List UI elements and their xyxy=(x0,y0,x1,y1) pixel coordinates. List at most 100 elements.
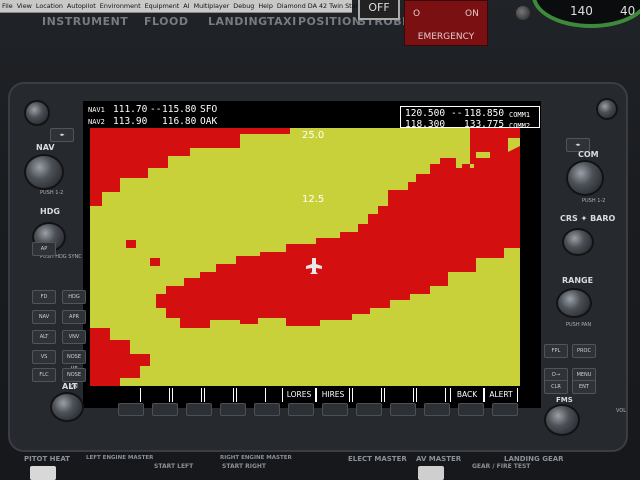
menu-help[interactable]: Help xyxy=(258,2,273,10)
vs-button[interactable]: VS xyxy=(32,350,56,364)
taxi-light-label: TAXI xyxy=(267,15,297,28)
emergency-on-label: ON xyxy=(465,9,479,19)
menu-equipment[interactable]: Equipment xyxy=(145,2,180,10)
left-engine-master-label: LEFT ENGINE MASTER xyxy=(86,455,154,461)
softkey-blank-5[interactable] xyxy=(352,388,382,402)
softkey-alert[interactable]: ALERT xyxy=(484,388,518,402)
softkey-button-6[interactable] xyxy=(288,403,314,416)
softkey-blank-7[interactable] xyxy=(416,388,446,402)
softkey-blank-6[interactable] xyxy=(384,388,414,402)
position-light-label: POSITION xyxy=(298,15,362,28)
softkey-lores[interactable]: LORES xyxy=(282,388,316,402)
strobe-switch[interactable]: OFF xyxy=(358,0,400,20)
nav2-active-freq[interactable]: 113.90 xyxy=(113,116,147,127)
nav-swap-button[interactable]: ◂▸ xyxy=(50,128,74,142)
airspeed-indicator: 140 40 xyxy=(532,0,640,28)
menu-ai[interactable]: AI xyxy=(183,2,189,10)
softkey-button-5[interactable] xyxy=(254,403,280,416)
nav-push-label: PUSH 1-2 xyxy=(40,190,64,196)
softkey-hires[interactable]: HIRES xyxy=(316,388,350,402)
menu-environment[interactable]: Environment xyxy=(100,2,141,10)
softkey-button-2[interactable] xyxy=(152,403,178,416)
start-right-label: START RIGHT xyxy=(222,463,267,470)
airspeed-mark-140: 140 xyxy=(570,4,593,18)
com1-standby-freq[interactable]: 118.850 xyxy=(464,108,504,119)
alt-button[interactable]: ALT xyxy=(32,330,56,344)
softkey-button-11[interactable] xyxy=(458,403,484,416)
softkey-blank-4[interactable] xyxy=(236,388,266,402)
pitot-heat-label: PITOT HEAT xyxy=(24,455,70,463)
flood-light-label: FLOOD xyxy=(144,15,189,28)
proc-button[interactable]: PROC xyxy=(572,344,596,358)
nav-knob-label: NAV xyxy=(36,143,55,152)
fpl-button[interactable]: FPL xyxy=(544,344,568,358)
softkey-blank-1[interactable] xyxy=(140,388,170,402)
hdg-knob-label: HDG xyxy=(40,207,60,216)
alt-knob-label: ALT xyxy=(62,382,78,391)
volume-knob-right[interactable] xyxy=(596,98,618,120)
com1-label: COMM1 xyxy=(509,111,531,119)
nose-dn-button[interactable]: NOSE DN xyxy=(62,368,86,390)
menu-location[interactable]: Location xyxy=(36,2,63,10)
menu-debug[interactable]: Debug xyxy=(233,2,254,10)
clr-button[interactable]: CLR xyxy=(544,380,568,394)
softkey-button-1[interactable] xyxy=(118,403,144,416)
dimmer-knob[interactable] xyxy=(516,6,530,20)
vnv-button[interactable]: VNV xyxy=(62,330,86,344)
emergency-switch[interactable]: O ON EMERGENCY xyxy=(404,0,488,46)
landing-light-label: LANDING xyxy=(208,15,268,28)
push-pan-label: PUSH PAN xyxy=(566,322,592,328)
menu-autopilot[interactable]: Autopilot xyxy=(67,2,96,10)
instrument-panel: INSTRUMENT FLOOD LANDING TAXI POSITION S… xyxy=(0,0,640,480)
nav1-standby-freq[interactable]: 115.80 xyxy=(162,104,196,115)
com-knob[interactable] xyxy=(566,160,604,196)
softkey-button-8[interactable] xyxy=(356,403,382,416)
fms-knob[interactable] xyxy=(544,404,580,436)
menu-aircraft[interactable]: Diamond DA 42 Twin Star xyxy=(277,2,358,10)
menubar: File View Location Autopilot Environment… xyxy=(0,0,358,13)
nav1-active-freq[interactable]: 111.70 xyxy=(113,104,147,115)
softkey-blank-3[interactable] xyxy=(204,388,234,402)
menu-multiplayer[interactable]: Multiplayer xyxy=(194,2,230,10)
elect-master-label: ELECT MASTER xyxy=(348,455,407,463)
com-push-label: PUSH 1-2 xyxy=(582,198,606,204)
volume-knob-left[interactable] xyxy=(24,100,50,126)
nav-knob[interactable] xyxy=(24,154,64,190)
av-master-switch[interactable] xyxy=(418,466,444,480)
flc-button[interactable]: FLC xyxy=(32,368,56,382)
landing-gear-label: LANDING GEAR xyxy=(504,455,564,463)
range-knob[interactable] xyxy=(556,288,592,318)
airspeed-mark-40: 40 xyxy=(620,4,636,18)
apr-button[interactable]: APR xyxy=(62,310,86,324)
nav2-ident: OAK xyxy=(200,116,218,127)
softkey-button-9[interactable] xyxy=(390,403,416,416)
softkey-button-7[interactable] xyxy=(322,403,348,416)
menu-view[interactable]: View xyxy=(17,2,32,10)
emergency-label: EMERGENCY xyxy=(417,32,475,42)
softkey-back[interactable]: BACK xyxy=(450,388,484,402)
nav1-label: NAV1 xyxy=(88,106,105,114)
alt-knob[interactable] xyxy=(50,392,84,422)
pitot-heat-switch[interactable] xyxy=(30,466,56,480)
terrain-map[interactable]: 25.0 12.5 xyxy=(90,128,520,386)
softkey-button-3[interactable] xyxy=(186,403,212,416)
softkey-button-12[interactable] xyxy=(492,403,518,416)
nav-button[interactable]: NAV xyxy=(32,310,56,324)
gear-fire-test-label: GEAR / FIRE TEST xyxy=(472,463,531,470)
softkey-button-4[interactable] xyxy=(220,403,246,416)
softkey-button-10[interactable] xyxy=(424,403,450,416)
crs-baro-knob[interactable] xyxy=(562,228,594,256)
menu-file[interactable]: File xyxy=(2,2,13,10)
emergency-off-label: O xyxy=(413,9,421,19)
range-knob-label: RANGE xyxy=(562,276,594,285)
hdg-button[interactable]: HDG xyxy=(62,290,86,304)
softkey-blank-2[interactable] xyxy=(172,388,202,402)
ent-button[interactable]: ENT xyxy=(572,380,596,394)
fd-button[interactable]: FD xyxy=(32,290,56,304)
start-left-label: START LEFT xyxy=(154,463,194,470)
ap-button[interactable]: AP xyxy=(32,242,56,256)
av-master-label: AV MASTER xyxy=(416,455,462,463)
nav2-standby-freq[interactable]: 116.80 xyxy=(162,116,196,127)
nose-up-button[interactable]: NOSE UP xyxy=(62,350,86,372)
com1-active-freq[interactable]: 120.500 xyxy=(405,108,445,119)
